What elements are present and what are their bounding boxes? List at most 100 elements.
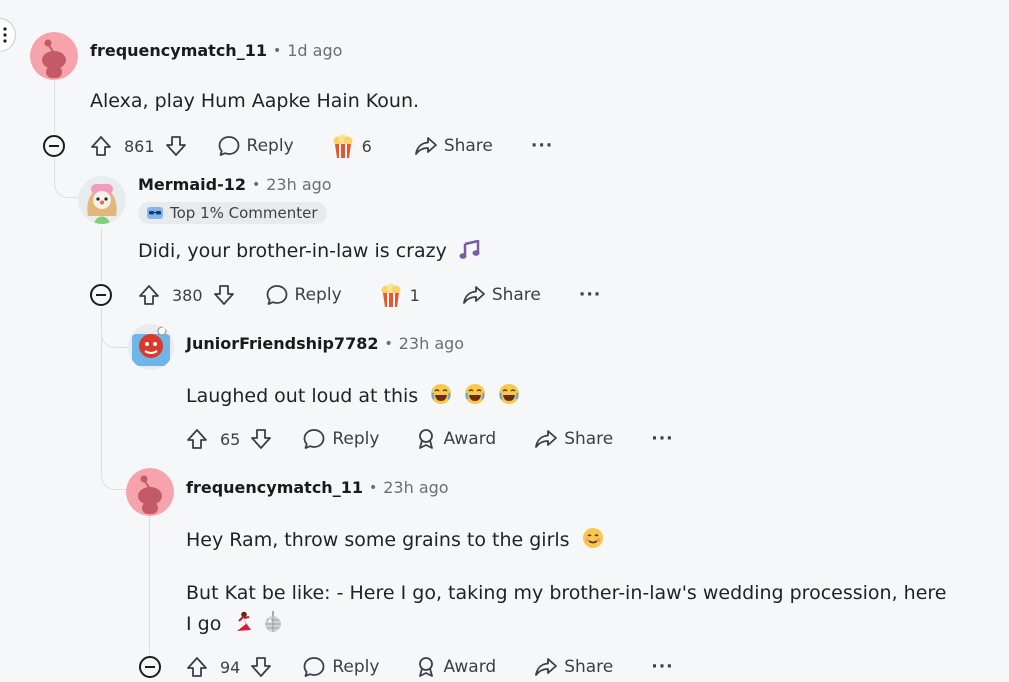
score: 65 xyxy=(220,429,241,449)
flair-label: Top 1% Commenter xyxy=(170,204,318,222)
reply-label: Reply xyxy=(294,285,342,305)
username[interactable]: JuniorFriendship7782 xyxy=(186,334,378,353)
timestamp[interactable]: 23h ago xyxy=(383,478,448,497)
upvote-arrow-icon[interactable] xyxy=(186,656,208,678)
score: 94 xyxy=(220,657,241,677)
vote-group: 94 xyxy=(186,656,272,678)
popcorn-award-icon xyxy=(330,133,356,159)
vote-group: 861 xyxy=(90,135,187,157)
reply-button[interactable]: Reply xyxy=(302,428,379,450)
reply-label: Reply xyxy=(332,657,380,677)
reply-label: Reply xyxy=(246,136,294,156)
score: 861 xyxy=(124,136,155,156)
sunglasses-icon xyxy=(146,206,164,220)
timestamp[interactable]: 1d ago xyxy=(287,41,342,60)
collapse-button[interactable] xyxy=(90,284,112,306)
timestamp[interactable]: 23h ago xyxy=(266,175,331,194)
more-dots: ··· xyxy=(651,429,674,449)
award-label: Award xyxy=(443,429,497,449)
comment-body-line: Hey Ram, throw some grains to the girls xyxy=(186,527,604,553)
speech-bubble-icon xyxy=(265,284,289,306)
share-button[interactable]: Share xyxy=(534,428,613,450)
share-label: Share xyxy=(564,657,614,677)
comment-actions: 861 Reply 6 Share ··· xyxy=(90,131,553,161)
comment-header: frequencymatch_11 • 23h ago xyxy=(186,478,449,497)
comment-actions: 94 Reply Award Share ··· xyxy=(186,652,674,682)
comment-body: Didi, your brother-in-law is crazy xyxy=(138,240,481,264)
award-button[interactable]: Award xyxy=(415,428,496,450)
more-dots: ··· xyxy=(651,657,674,677)
collapse-minus-icon xyxy=(49,145,59,147)
user-flair: Top 1% Commenter xyxy=(138,202,327,224)
downvote-arrow-icon[interactable] xyxy=(250,656,272,678)
share-label: Share xyxy=(443,136,493,156)
laughing-emoji xyxy=(430,383,452,405)
award-button[interactable]: 6 xyxy=(330,133,372,159)
laughing-emoji xyxy=(464,383,486,405)
downvote-arrow-icon[interactable] xyxy=(250,428,272,450)
vote-group: 380 xyxy=(138,284,235,306)
share-label: Share xyxy=(491,285,541,305)
thread-line xyxy=(149,515,150,655)
speech-bubble-icon xyxy=(302,656,326,678)
upvote-arrow-icon[interactable] xyxy=(138,284,160,306)
avatar[interactable] xyxy=(128,324,174,370)
avatar[interactable] xyxy=(78,176,126,224)
more-options-button[interactable]: ··· xyxy=(579,285,601,305)
username[interactable]: frequencymatch_11 xyxy=(90,41,267,60)
collapse-button[interactable] xyxy=(139,656,161,678)
comment-body-paragraph: But Kat be like: - Here I go, taking my … xyxy=(186,578,956,640)
comment-header: frequencymatch_11 • 1d ago xyxy=(90,41,342,60)
comment-body: Alexa, play Hum Aapke Hain Koun. xyxy=(90,90,420,112)
username[interactable]: frequencymatch_11 xyxy=(186,478,363,497)
share-button[interactable]: Share xyxy=(414,135,493,157)
username[interactable]: Mermaid-12 xyxy=(138,175,246,194)
more-dots: ··· xyxy=(530,136,554,156)
comment-body: Laughed out loud at this xyxy=(186,383,520,409)
more-options-button[interactable]: ··· xyxy=(651,657,673,677)
separator-dot: • xyxy=(251,176,261,193)
collapse-minus-icon xyxy=(145,666,155,668)
award-count: 6 xyxy=(361,136,372,156)
smiling-emoji xyxy=(582,527,604,549)
share-button[interactable]: Share xyxy=(534,656,613,678)
vertical-dots-icon xyxy=(3,27,7,43)
reply-button[interactable]: Reply xyxy=(265,284,342,306)
separator-dot: • xyxy=(272,42,282,59)
reply-label: Reply xyxy=(332,429,380,449)
more-options-button[interactable]: ··· xyxy=(651,429,673,449)
upvote-arrow-icon[interactable] xyxy=(90,135,112,157)
ribbon-award-icon xyxy=(415,428,437,450)
musical-notes-emoji xyxy=(459,240,481,260)
score: 380 xyxy=(172,285,203,305)
award-button[interactable]: 1 xyxy=(378,282,420,308)
share-button[interactable]: Share xyxy=(462,284,541,306)
popcorn-award-icon xyxy=(378,282,404,308)
more-dots: ··· xyxy=(578,285,602,305)
reply-button[interactable]: Reply xyxy=(302,656,379,678)
thread-connector xyxy=(101,308,129,348)
downvote-arrow-icon[interactable] xyxy=(165,135,187,157)
comment-body-text: But Kat be like: - Here I go, taking my … xyxy=(186,582,947,635)
timestamp[interactable]: 23h ago xyxy=(399,334,464,353)
comment-body-text: Laughed out loud at this xyxy=(186,385,419,407)
vote-group: 65 xyxy=(186,428,272,450)
avatar[interactable] xyxy=(126,468,174,516)
share-arrow-icon xyxy=(534,428,558,450)
reply-button[interactable]: Reply xyxy=(217,135,294,157)
more-options-side-button[interactable] xyxy=(0,18,16,52)
award-label: Award xyxy=(443,657,497,677)
more-options-button[interactable]: ··· xyxy=(531,136,553,156)
collapse-button[interactable] xyxy=(43,135,65,157)
share-arrow-icon xyxy=(534,656,558,678)
thread-line xyxy=(54,80,55,132)
laughing-emoji xyxy=(498,383,520,405)
separator-dot: • xyxy=(368,479,378,496)
award-button[interactable]: Award xyxy=(415,656,496,678)
upvote-arrow-icon[interactable] xyxy=(186,428,208,450)
avatar[interactable] xyxy=(30,32,78,80)
ribbon-award-icon xyxy=(415,656,437,678)
thread-connector xyxy=(101,455,127,490)
comment-body-text: Didi, your brother-in-law is crazy xyxy=(138,240,447,262)
downvote-arrow-icon[interactable] xyxy=(213,284,235,306)
